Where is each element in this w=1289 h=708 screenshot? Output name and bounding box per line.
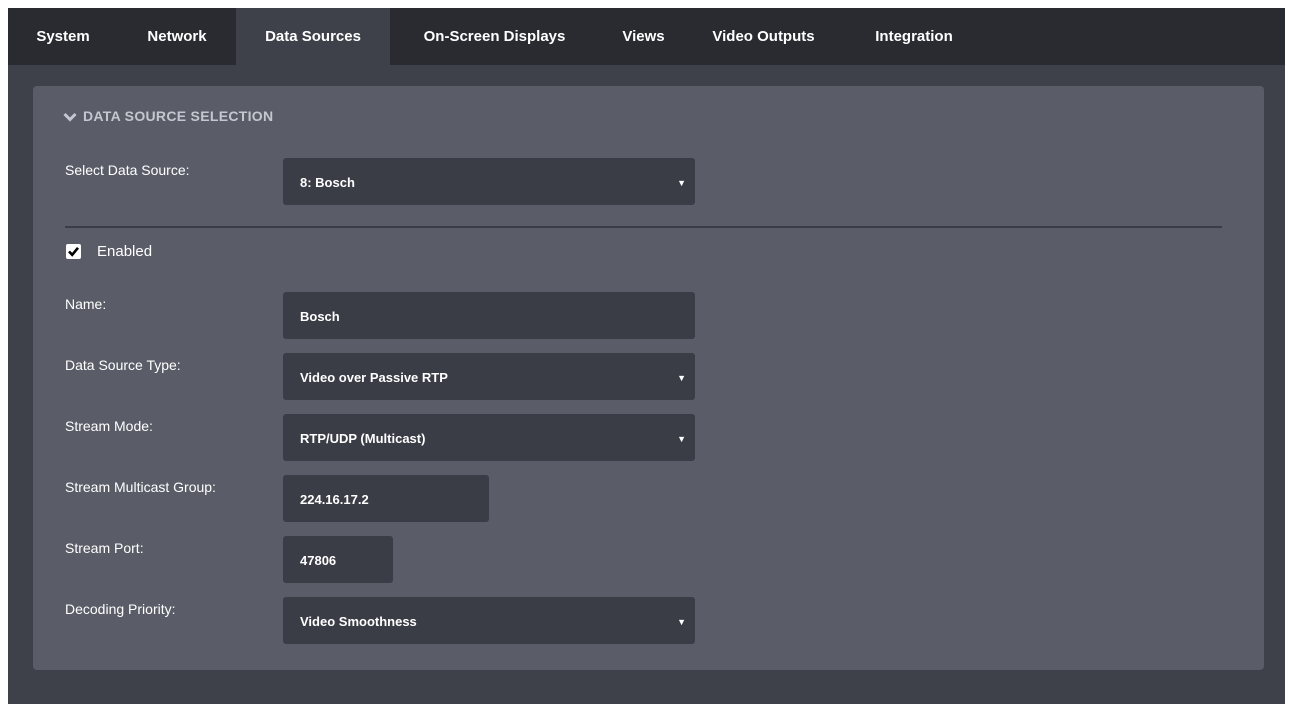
- stream-port-input[interactable]: 47806: [283, 536, 393, 583]
- tab-bar: System Network Data Sources On-Screen Di…: [8, 8, 1285, 65]
- chevron-down-icon: [63, 112, 77, 122]
- stream-multicast-group-label: Stream Multicast Group:: [65, 479, 216, 495]
- stream-multicast-group-input[interactable]: 224.16.17.2: [283, 475, 489, 522]
- dropdown-caret-icon: ▼: [677, 178, 686, 188]
- tab-system[interactable]: System: [8, 8, 118, 65]
- decoding-priority-value: Video Smoothness: [300, 614, 417, 629]
- name-label: Name:: [65, 296, 107, 312]
- checkmark-icon: [68, 246, 80, 257]
- select-data-source-dropdown[interactable]: 8: Bosch ▼: [283, 158, 695, 205]
- tab-network[interactable]: Network: [118, 8, 236, 65]
- stream-mode-value: RTP/UDP (Multicast): [300, 431, 426, 446]
- select-data-source-value: 8: Bosch: [300, 175, 355, 190]
- data-source-selection-panel: DATA SOURCE SELECTION Select Data Source…: [33, 86, 1264, 670]
- stream-mode-label: Stream Mode:: [65, 418, 153, 434]
- section-title: DATA SOURCE SELECTION: [83, 108, 274, 124]
- divider: [65, 226, 1222, 228]
- tab-data-sources[interactable]: Data Sources: [236, 8, 390, 65]
- dropdown-caret-icon: ▼: [677, 434, 686, 444]
- decoding-priority-label: Decoding Priority:: [65, 601, 176, 617]
- stream-port-label: Stream Port:: [65, 540, 144, 556]
- select-data-source-label: Select Data Source:: [65, 162, 190, 178]
- data-source-type-dropdown[interactable]: Video over Passive RTP ▼: [283, 353, 695, 400]
- decoding-priority-dropdown[interactable]: Video Smoothness ▼: [283, 597, 695, 644]
- enabled-label[interactable]: Enabled: [97, 243, 152, 260]
- section-header[interactable]: DATA SOURCE SELECTION: [63, 108, 273, 128]
- name-input[interactable]: Bosch: [283, 292, 695, 339]
- data-source-type-value: Video over Passive RTP: [300, 370, 448, 385]
- tab-on-screen-displays[interactable]: On-Screen Displays: [390, 8, 599, 65]
- stream-mode-dropdown[interactable]: RTP/UDP (Multicast) ▼: [283, 414, 695, 461]
- enabled-checkbox[interactable]: [66, 244, 81, 259]
- dropdown-caret-icon: ▼: [677, 617, 686, 627]
- tab-integration[interactable]: Integration: [839, 8, 989, 65]
- data-source-type-label: Data Source Type:: [65, 357, 181, 373]
- settings-window: System Network Data Sources On-Screen Di…: [8, 8, 1285, 704]
- dropdown-caret-icon: ▼: [677, 373, 686, 383]
- tab-video-outputs[interactable]: Video Outputs: [688, 8, 839, 65]
- tab-views[interactable]: Views: [599, 8, 688, 65]
